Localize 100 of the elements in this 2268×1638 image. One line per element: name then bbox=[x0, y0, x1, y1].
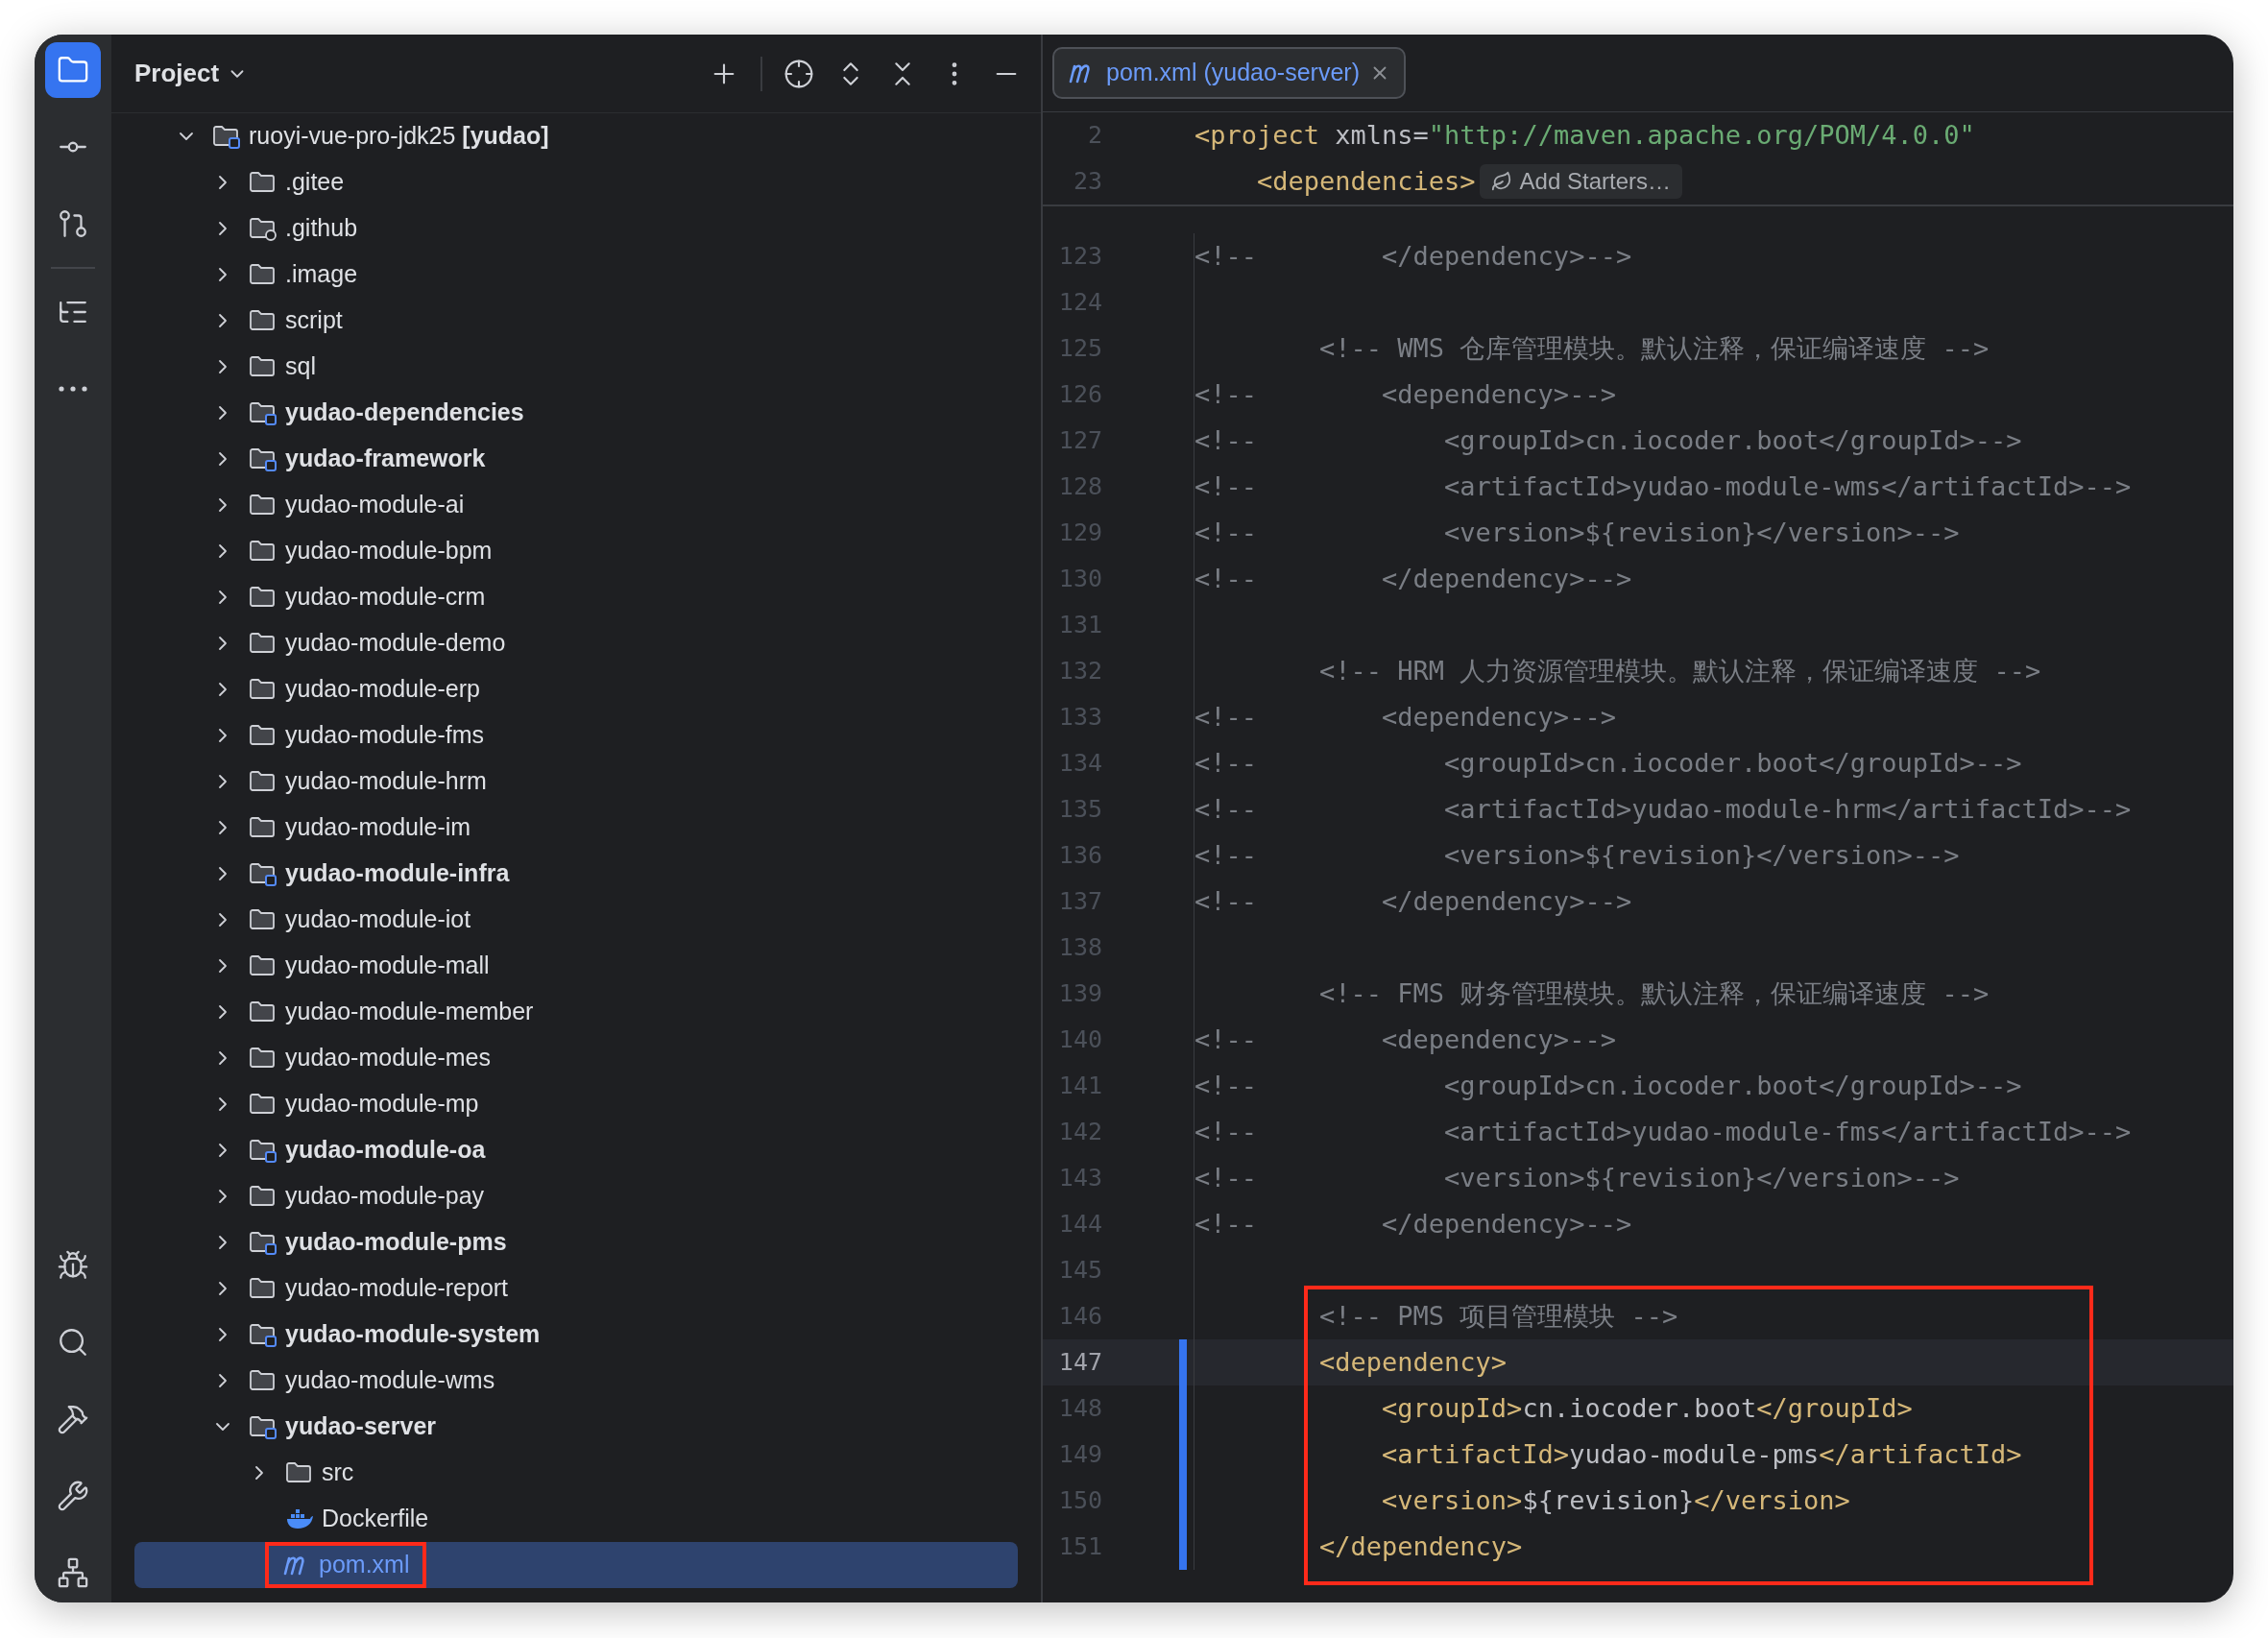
tree-item-label: yudao-module-wms bbox=[285, 1365, 495, 1396]
tree-item-label: Dockerfile bbox=[322, 1504, 429, 1534]
add-starters-hint[interactable]: Add Starters… bbox=[1479, 164, 1682, 199]
line-number: 147 bbox=[1057, 1347, 1102, 1379]
tree-item[interactable]: yudao-module-erp bbox=[134, 666, 1018, 712]
tree-item[interactable]: yudao-dependencies bbox=[134, 390, 1018, 436]
code-line: <!-- <groupId>cn.iocoder.boot</groupId>--> bbox=[1194, 1069, 2022, 1102]
tree-item[interactable]: yudao-server bbox=[134, 1404, 1018, 1450]
code-line: <!-- <groupId>cn.iocoder.boot</groupId>--> bbox=[1194, 746, 2022, 780]
module-folder-icon bbox=[249, 1230, 277, 1255]
panel-title[interactable]: Project bbox=[134, 55, 220, 92]
tree-item[interactable]: .github bbox=[134, 205, 1018, 252]
folder-icon bbox=[249, 262, 277, 287]
code-line: <artifactId>yudao-module-pms</artifactId> bbox=[1381, 1437, 2022, 1471]
tree-item[interactable]: yudao-module-mes bbox=[134, 1035, 1018, 1081]
tree-item[interactable]: src bbox=[134, 1450, 1018, 1496]
network-icon bbox=[57, 1556, 89, 1589]
tree-item[interactable]: yudao-module-ai bbox=[134, 482, 1018, 528]
tree-item-label: yudao-module-mes bbox=[285, 1043, 491, 1073]
code-line: <!-- </dependency>--> bbox=[1194, 884, 1632, 918]
tree-item-label: yudao-module-system bbox=[285, 1319, 541, 1350]
tree-item[interactable]: yudao-module-wms bbox=[134, 1358, 1018, 1404]
tree-item-label: yudao-module-pay bbox=[285, 1181, 485, 1212]
tree-item[interactable]: yudao-module-hrm bbox=[134, 759, 1018, 805]
editor-tab[interactable]: pom.xml (yudao-server) bbox=[1052, 47, 1406, 99]
tree-item-label: yudao-module-member bbox=[285, 997, 534, 1027]
tree-item-label: yudao-module-pms bbox=[285, 1227, 507, 1258]
tree-item[interactable]: yudao-module-system bbox=[134, 1312, 1018, 1358]
code-line: <!-- <version>${revision}</version>--> bbox=[1194, 516, 1960, 549]
folder-icon bbox=[249, 539, 277, 564]
folder-icon bbox=[249, 723, 277, 748]
code-line: <project xmlns="http://maven.apache.org/POM/4.0.0" bbox=[1194, 118, 1975, 152]
tree-item[interactable]: sql bbox=[134, 344, 1018, 390]
tree-item-label: yudao-module-iot bbox=[285, 904, 471, 935]
tree-item[interactable]: yudao-module-member bbox=[134, 989, 1018, 1035]
tree-item[interactable]: yudao-module-im bbox=[134, 805, 1018, 851]
tree-item[interactable]: ruoyi-vue-pro-jdk25 [yudao] bbox=[134, 113, 1018, 159]
tree-item[interactable]: pom.xml bbox=[134, 1542, 1018, 1588]
tree-item-label: pom.xml bbox=[319, 1550, 410, 1580]
tree-item[interactable]: yudao-module-demo bbox=[134, 620, 1018, 666]
tree-item-label: yudao-module-hrm bbox=[285, 766, 487, 797]
search-icon bbox=[57, 1326, 89, 1359]
code-line: <version>${revision}</version> bbox=[1381, 1483, 1850, 1517]
folder-icon bbox=[249, 1046, 277, 1071]
tree-item[interactable]: yudao-module-mp bbox=[134, 1081, 1018, 1127]
tree-item-label: .image bbox=[285, 259, 358, 290]
leaf-icon bbox=[1490, 171, 1512, 192]
code-line: <dependencies> bbox=[1256, 164, 1476, 198]
code-line: </dependency> bbox=[1318, 1530, 1523, 1563]
tree-item-label: yudao-module-erp bbox=[285, 674, 480, 705]
tree-item[interactable]: .gitee bbox=[134, 159, 1018, 205]
tree-item[interactable]: yudao-module-crm bbox=[134, 574, 1018, 620]
whale-icon bbox=[285, 1507, 314, 1530]
tab-label: pom.xml (yudao-server) bbox=[1106, 58, 1360, 88]
folder-icon bbox=[249, 308, 277, 333]
folder-icon bbox=[249, 769, 277, 794]
bug-icon bbox=[57, 1249, 89, 1282]
tree-item-label: yudao-module-im bbox=[285, 812, 471, 843]
tree-item[interactable]: yudao-module-fms bbox=[134, 712, 1018, 759]
folder-icon bbox=[249, 585, 277, 610]
folder-icon bbox=[249, 1092, 277, 1117]
tree-item[interactable]: yudao-module-pms bbox=[134, 1219, 1018, 1265]
tree-item-label: .gitee bbox=[285, 167, 345, 198]
module-folder-icon bbox=[212, 124, 241, 149]
folder-icon bbox=[249, 1000, 277, 1024]
tree-item[interactable]: yudao-module-pay bbox=[134, 1173, 1018, 1219]
tree-item[interactable]: yudao-module-bpm bbox=[134, 528, 1018, 574]
folder-icon bbox=[285, 1460, 314, 1485]
tree-item-label: yudao-module-mall bbox=[285, 951, 490, 981]
github-folder-icon bbox=[249, 216, 277, 241]
code-line: <!-- <artifactId>yudao-module-fms</artifactId>--> bbox=[1194, 1115, 2132, 1148]
tree-item[interactable]: script bbox=[134, 298, 1018, 344]
project-tool-button[interactable] bbox=[45, 42, 101, 98]
folder-icon bbox=[249, 815, 277, 840]
folder-icon bbox=[249, 953, 277, 978]
folder-icon bbox=[249, 170, 277, 195]
folder-icon bbox=[249, 677, 277, 702]
module-folder-icon bbox=[249, 1322, 277, 1347]
tree-item-label: yudao-module-fms bbox=[285, 720, 485, 751]
tree-item[interactable]: yudao-module-mall bbox=[134, 943, 1018, 989]
tree-item-label: yudao-module-demo bbox=[285, 628, 506, 659]
folder-icon bbox=[249, 907, 277, 932]
tree-item[interactable]: yudao-module-report bbox=[134, 1265, 1018, 1312]
pull-request-icon bbox=[57, 207, 89, 240]
code-line: <!-- <version>${revision}</version>--> bbox=[1194, 1161, 1960, 1194]
code-line: <!-- WMS 仓库管理模块。默认注释，保证编译速度 --> bbox=[1318, 331, 1990, 365]
module-folder-icon bbox=[249, 446, 277, 471]
tree-item[interactable]: .image bbox=[134, 252, 1018, 298]
code-line: <!-- <dependency>--> bbox=[1194, 1023, 1616, 1056]
tree-item[interactable]: yudao-module-oa bbox=[134, 1127, 1018, 1173]
hammer-icon bbox=[57, 1403, 89, 1435]
crosshair-icon[interactable] bbox=[784, 58, 814, 89]
tree-item[interactable]: Dockerfile bbox=[134, 1496, 1018, 1542]
tree-item[interactable]: yudao-module-iot bbox=[134, 897, 1018, 943]
tree-item-label: yudao-framework bbox=[285, 444, 486, 474]
code-line: <!-- PMS 项目管理模块 --> bbox=[1318, 1299, 1678, 1333]
tree-item[interactable]: yudao-framework bbox=[134, 436, 1018, 482]
tree-item-label: yudao-module-crm bbox=[285, 582, 486, 613]
tree-item[interactable]: yudao-module-infra bbox=[134, 851, 1018, 897]
folder-icon bbox=[249, 1276, 277, 1301]
